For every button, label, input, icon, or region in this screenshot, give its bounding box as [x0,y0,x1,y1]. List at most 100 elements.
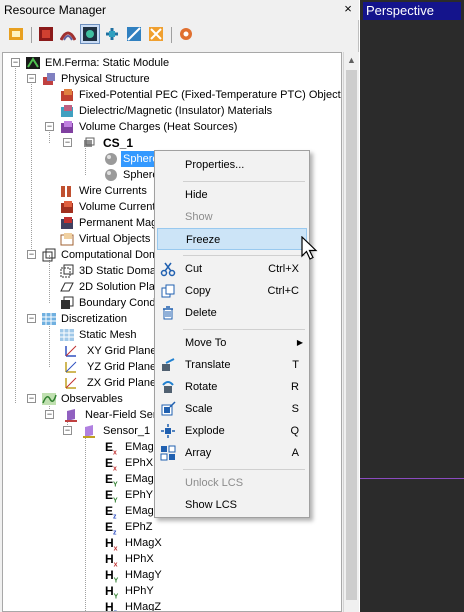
domain3d-icon [60,264,74,278]
tree-item-hphx[interactable]: Hx HPhX [3,551,333,568]
sphere-icon [105,169,117,181]
tree-item-label: Volume Currents [79,201,161,213]
tree-item-label: Static Mesh [79,329,137,341]
tree-item-cs1[interactable]: − CS_1 [3,135,333,151]
collapse-toggle[interactable]: − [27,394,36,403]
axis-yz-icon [65,361,77,373]
tree-item-label: YZ Grid Plane [87,361,157,373]
copy-icon [161,284,175,298]
mouse-cursor-icon [301,236,318,260]
menu-item-delete[interactable]: Delete [157,302,307,324]
menu-item-freeze[interactable]: Freeze [157,228,307,250]
menu-item-show-lcs[interactable]: Show LCS [157,494,307,516]
tree-item-label: Virtual Objects [79,233,151,245]
collapse-toggle[interactable]: − [45,122,54,131]
mesh-icon [60,329,74,341]
tree-item-label: Discretization [61,313,128,325]
tree-item-dielectric[interactable]: Dielectric/Magnetic (Insulator) Material… [3,103,333,119]
tree-item-volume-charges[interactable]: − Volume Charges (Heat Sources) [3,119,333,135]
sensor-icon [83,425,95,438]
tree-item-label: XY Grid Plane [87,345,157,357]
tree-item-label: HMagZ [125,601,162,612]
viewport-title: Perspective [363,2,461,20]
tree-item-hmagx[interactable]: Hx HMagX [3,535,333,552]
scroll-up-icon[interactable]: ▲ [347,55,356,65]
vertical-scrollbar[interactable]: ▲ [343,52,359,612]
panel-titlebar: Resource Manager × [0,0,359,20]
volume-current-icon [61,201,73,213]
translate-icon [162,358,175,371]
menu-item-show: Show [185,211,213,223]
scissors-icon [160,262,176,277]
tree-item-label: CS_1 [103,136,134,150]
menu-item-translate[interactable]: Translate T [157,354,307,376]
context-menu: Properties... Hide Show Freeze Cut Ctrl+… [154,150,310,518]
tree-item-module[interactable]: − EM.Ferma: Static Module [3,55,333,71]
sources-icon [149,27,163,41]
observables-icon [83,27,97,41]
tree-item-label: HPhX [125,553,154,565]
tree-item-label: EPhY [125,489,154,501]
perspective-viewport[interactable]: Perspective [360,0,464,612]
menu-item-explode[interactable]: Explode Q [157,420,307,442]
toolbar-button-domain[interactable] [124,24,144,44]
axis-line [360,478,464,479]
tree-item-label: Sensor_1 [103,425,151,437]
tree-item-label: EM.Ferma: Static Module [45,57,170,69]
collapse-toggle[interactable]: − [11,58,20,67]
tree-item-label: Volume Charges (Heat Sources) [79,121,238,133]
toolbar-button-sources[interactable] [146,24,166,44]
menu-item-copy[interactable]: Copy Ctrl+C [157,280,307,302]
toolbar-button-structure[interactable] [36,24,56,44]
scroll-thumb[interactable] [346,70,357,600]
menu-item-properties[interactable]: Properties... [157,154,307,176]
menu-item-scale[interactable]: Scale S [157,398,307,420]
submenu-arrow-icon: ▶ [296,338,303,347]
toolbar-button-mesh[interactable] [102,24,122,44]
close-icon[interactable]: × [341,1,355,17]
collapse-toggle[interactable]: − [63,426,72,435]
magnet-icon [61,217,73,229]
tree-item-hmagz[interactable]: Hz HMagZ [3,599,333,612]
panel-title: Resource Manager [4,3,107,17]
toolbar-button-settings[interactable] [176,24,196,44]
mesh-icon [106,28,118,40]
collapse-toggle[interactable]: − [45,410,54,419]
boundary-icon [61,296,74,309]
tree-item-hphy[interactable]: HY HPhY [3,583,333,600]
toolbar-button-module[interactable] [6,24,26,44]
collapse-toggle[interactable]: − [63,138,72,147]
pec-icon [61,89,73,101]
tree-item-pec[interactable]: Fixed-Potential PEC (Fixed-Temperature P… [3,87,341,103]
explode-icon [161,424,175,438]
tree-item-hmagy[interactable]: HY HMagY [3,567,333,584]
virtual-icon [60,233,74,246]
trash-icon [163,306,173,320]
toolbar-button-materials[interactable] [58,24,78,44]
toolbar-button-observables[interactable] [80,24,100,44]
toolbar [0,22,359,50]
tree-item-label: EPhX [125,457,154,469]
hz-icon: Hz [105,600,117,612]
menu-item-array[interactable]: Array A [157,442,307,464]
tree-item-label: Fixed-Potential PEC (Fixed-Temperature P… [79,89,342,101]
collapse-toggle[interactable]: − [27,250,36,259]
domain-icon [127,27,141,41]
tree-item-label: ZX Grid Plane [87,377,157,389]
wire-icon [61,186,71,197]
observables-icon [42,393,57,405]
scale-icon [161,401,176,416]
structure-icon [43,73,55,85]
tree-item-ephz[interactable]: Ez EPhZ [3,519,333,536]
materials-icon [60,31,76,41]
tree-item-physical-structure[interactable]: − Physical Structure [3,71,333,87]
menu-item-unlock-lcs: Unlock LCS [185,477,244,489]
menu-item-move-to[interactable]: Move To ▶ [157,332,307,354]
menu-item-cut[interactable]: Cut Ctrl+X [157,258,307,280]
menu-item-rotate[interactable]: Rotate R [157,376,307,398]
collapse-toggle[interactable]: − [27,74,36,83]
dielectric-icon [61,105,73,117]
collapse-toggle[interactable]: − [27,314,36,323]
sphere-icon [105,153,117,165]
menu-item-hide[interactable]: Hide [157,184,307,206]
